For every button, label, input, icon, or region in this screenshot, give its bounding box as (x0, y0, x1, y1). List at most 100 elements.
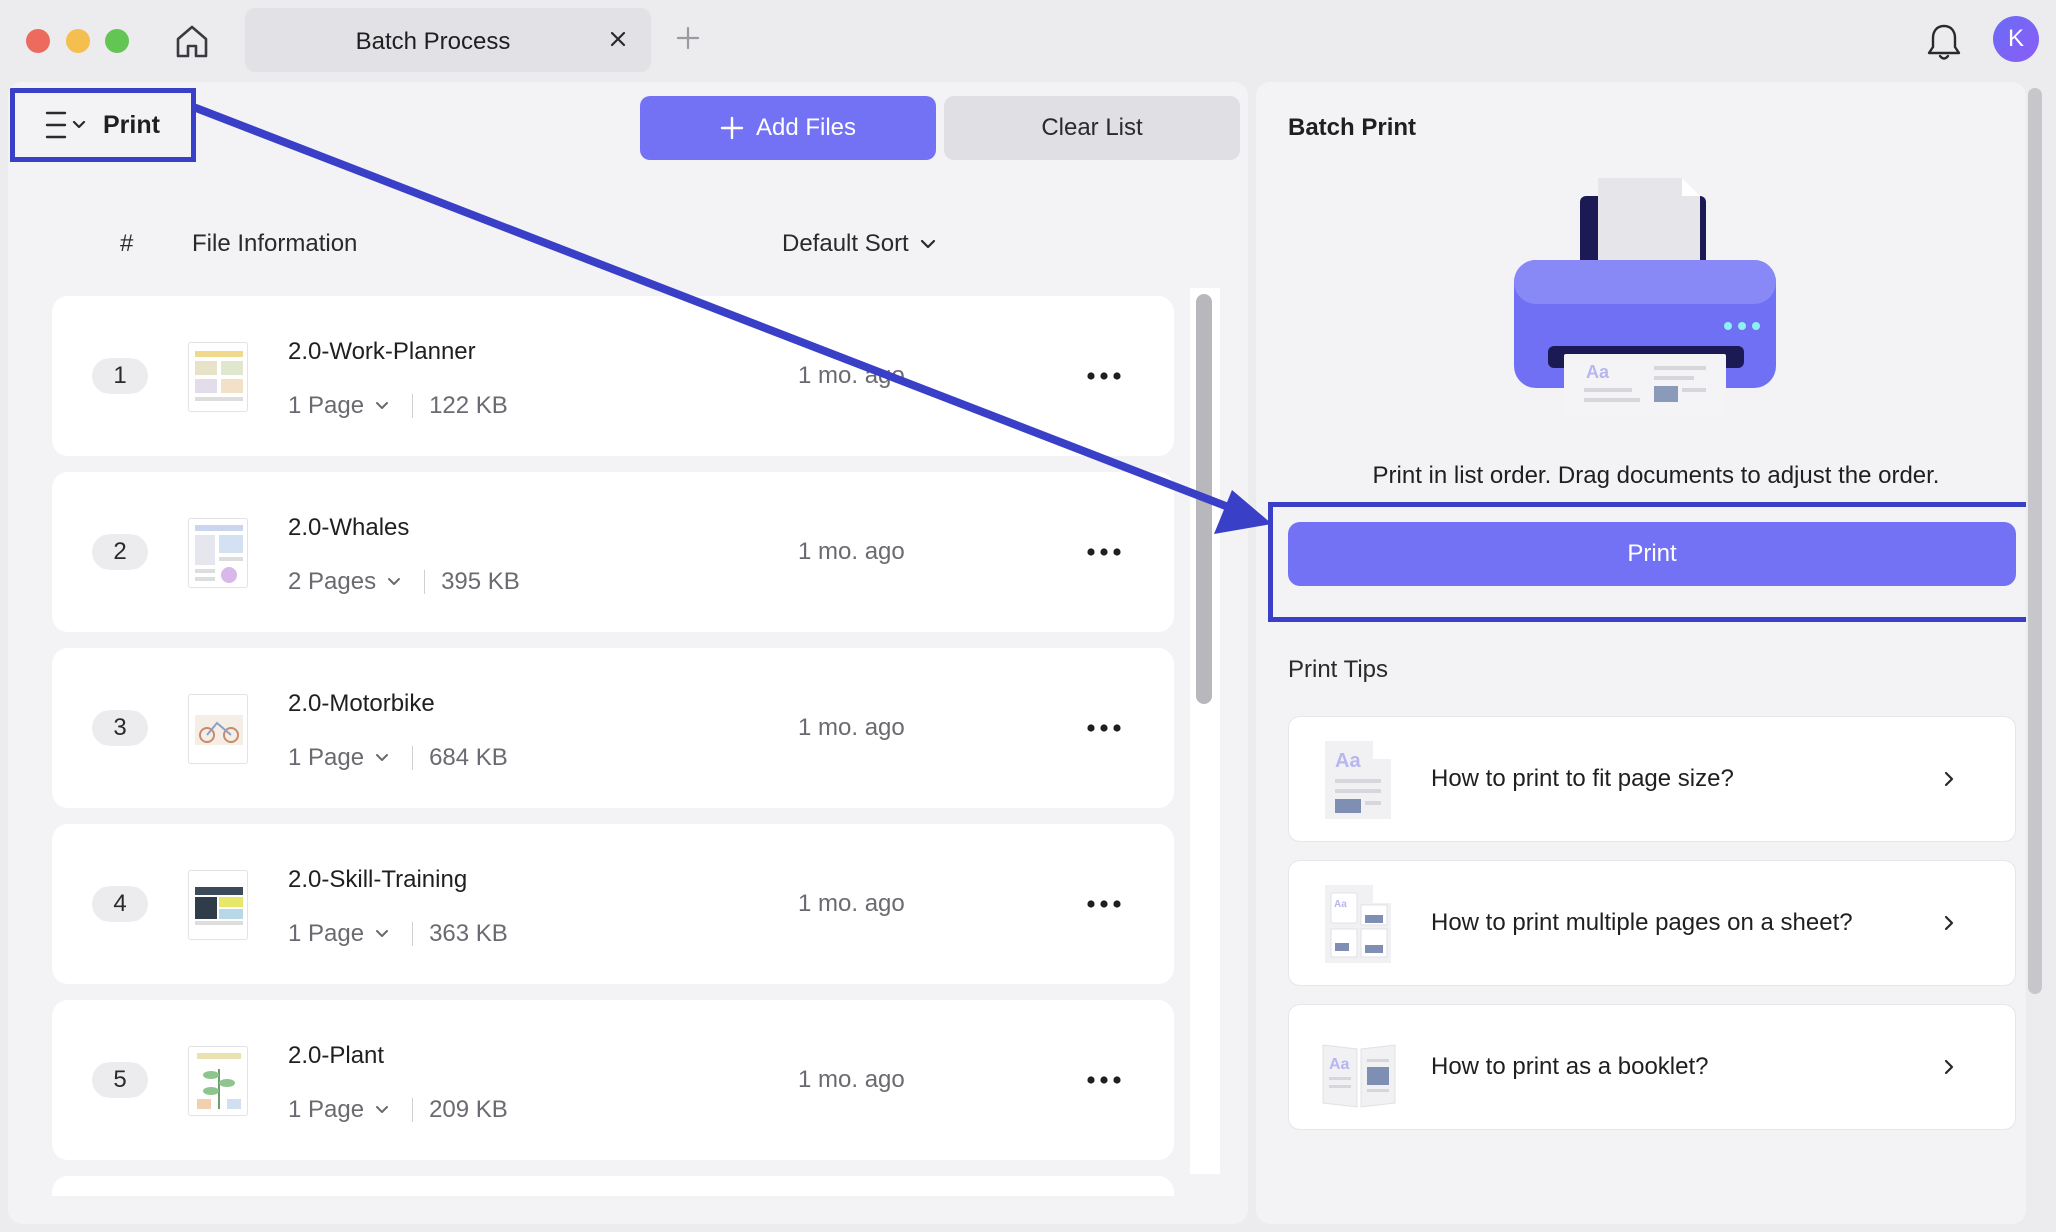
column-header-number: # (120, 230, 134, 257)
meta-divider (412, 746, 414, 770)
page-range-dropdown[interactable]: 1 Page (288, 1096, 390, 1124)
more-options-button[interactable] (1082, 708, 1126, 748)
batch-print-panel: Batch Print Aa Print in list order. Drag… (1256, 82, 2026, 1224)
file-name: 2.0-Work-Planner (288, 338, 476, 365)
tip-fit-page-size[interactable]: Aa How to print to fit page size? (1288, 716, 2016, 842)
file-name: 2.0-Whales (288, 514, 410, 541)
zoom-window-button[interactable] (105, 29, 129, 53)
more-dots-icon (1087, 548, 1121, 556)
file-row-partial (52, 1176, 1174, 1196)
chevron-right-icon (1939, 909, 1959, 937)
more-options-button[interactable] (1082, 532, 1126, 572)
close-icon (610, 31, 626, 47)
file-list: 1 2.0-Work-Planner 1 Page 122 KB 1 mo. a… (52, 296, 1174, 1196)
more-dots-icon (1087, 372, 1121, 380)
page-range-dropdown[interactable]: 1 Page (288, 920, 390, 948)
file-name: 2.0-Plant (288, 1042, 385, 1069)
page-range-dropdown[interactable]: 1 Page (288, 392, 390, 420)
file-pages: 1 Page (288, 920, 365, 947)
clear-list-button[interactable]: Clear List (944, 96, 1240, 160)
menu-icon (43, 108, 91, 142)
chevron-down-icon (376, 402, 389, 409)
close-tab-button[interactable] (605, 26, 631, 52)
file-row[interactable]: 5 2.0-Plant 1 Page 209 KB 1 mo. ago (52, 1000, 1174, 1160)
more-dots-icon (1087, 900, 1121, 908)
file-modified: 1 mo. ago (798, 1066, 905, 1093)
chevron-right-icon (1939, 765, 1959, 793)
print-button[interactable]: Print (1288, 522, 2016, 586)
file-pages: 2 Pages (288, 568, 377, 595)
tip-label: How to print as a booklet? (1431, 1053, 1709, 1080)
close-window-button[interactable] (26, 29, 50, 53)
sort-label: Default Sort (782, 230, 909, 257)
file-modified: 1 mo. ago (798, 362, 905, 389)
file-index: 3 (92, 710, 148, 746)
more-options-button[interactable] (1082, 1060, 1126, 1100)
meta-divider (412, 922, 414, 946)
tip-label: How to print to fit page size? (1431, 765, 1734, 792)
mode-label: Print (103, 110, 160, 139)
file-row[interactable]: 1 2.0-Work-Planner 1 Page 122 KB 1 mo. a… (52, 296, 1174, 456)
file-size: 122 KB (429, 392, 508, 419)
svg-text:Aa: Aa (1586, 362, 1610, 382)
file-row[interactable]: 4 2.0-Skill-Training 1 Page 363 KB 1 mo.… (52, 824, 1174, 984)
tip-booklet[interactable]: Aa How to print as a booklet? (1288, 1004, 2016, 1130)
file-size: 684 KB (429, 744, 508, 771)
column-header-file-information: File Information (192, 230, 358, 257)
tip-multiple-pages[interactable]: Aa How to print multiple pages on a shee… (1288, 860, 2016, 986)
page-range-dropdown[interactable]: 2 Pages (288, 568, 402, 596)
tab-batch-process[interactable]: Batch Process (245, 8, 651, 72)
bell-icon (1927, 24, 1961, 60)
booklet-icon: Aa (1322, 1044, 1396, 1108)
page-range-dropdown[interactable]: 1 Page (288, 744, 390, 772)
minimize-window-button[interactable] (66, 29, 90, 53)
meta-divider (424, 570, 426, 594)
meta-divider (412, 1098, 414, 1122)
file-meta: 1 Page 363 KB (288, 920, 508, 948)
file-index: 4 (92, 886, 148, 922)
file-name: 2.0-Skill-Training (288, 866, 468, 893)
home-icon (176, 25, 208, 58)
home-button[interactable] (168, 18, 216, 64)
svg-text:Aa: Aa (1335, 750, 1361, 772)
notifications-button[interactable] (1924, 20, 1964, 64)
file-index: 5 (92, 1062, 148, 1098)
file-modified: 1 mo. ago (798, 714, 905, 741)
file-meta: 1 Page 684 KB (288, 744, 508, 772)
add-files-button[interactable]: Add Files (640, 96, 936, 160)
printer-illustration: Aa (1514, 178, 1776, 416)
print-order-description: Print in list order. Drag documents to a… (1372, 462, 1940, 489)
chevron-down-icon (376, 754, 389, 761)
file-pages: 1 Page (288, 1096, 365, 1123)
multiple-pages-document-icon: Aa (1325, 885, 1391, 963)
batch-print-title: Batch Print (1288, 114, 1417, 141)
sort-dropdown[interactable]: Default Sort (782, 230, 937, 258)
mode-menu-button[interactable]: Print (10, 88, 196, 162)
new-tab-button[interactable] (672, 22, 704, 54)
title-bar: Batch Process K (0, 0, 2056, 80)
file-row[interactable]: 2 2.0-Whales 2 Pages 395 KB 1 mo. ago (52, 472, 1174, 632)
file-thumbnail (188, 694, 248, 764)
file-list-scroll-thumb[interactable] (1196, 294, 1212, 704)
file-size: 395 KB (441, 568, 520, 595)
file-meta: 1 Page 209 KB (288, 1096, 508, 1124)
list-header: # File Information Default Sort (8, 230, 1208, 270)
file-list-panel: Print Add Files Clear List # File Inform… (8, 82, 1248, 1224)
file-thumbnail (188, 1046, 248, 1116)
file-size: 209 KB (429, 1096, 508, 1123)
avatar[interactable]: K (1993, 16, 2039, 62)
chevron-down-icon (920, 239, 935, 249)
right-panel-scrollbar[interactable] (2028, 88, 2042, 994)
more-options-button[interactable] (1082, 884, 1126, 924)
svg-text:Aa: Aa (1329, 1056, 1350, 1073)
meta-divider (412, 394, 414, 418)
chevron-right-icon (1939, 1053, 1959, 1081)
chevron-down-icon (376, 1106, 389, 1113)
file-row[interactable]: 3 2.0-Motorbike 1 Page 684 KB 1 mo. ago (52, 648, 1174, 808)
more-options-button[interactable] (1082, 356, 1126, 396)
file-size: 363 KB (429, 920, 508, 947)
svg-text:Aa: Aa (1334, 899, 1347, 910)
more-dots-icon (1087, 724, 1121, 732)
file-index: 1 (92, 358, 148, 394)
file-thumbnail (188, 518, 248, 588)
